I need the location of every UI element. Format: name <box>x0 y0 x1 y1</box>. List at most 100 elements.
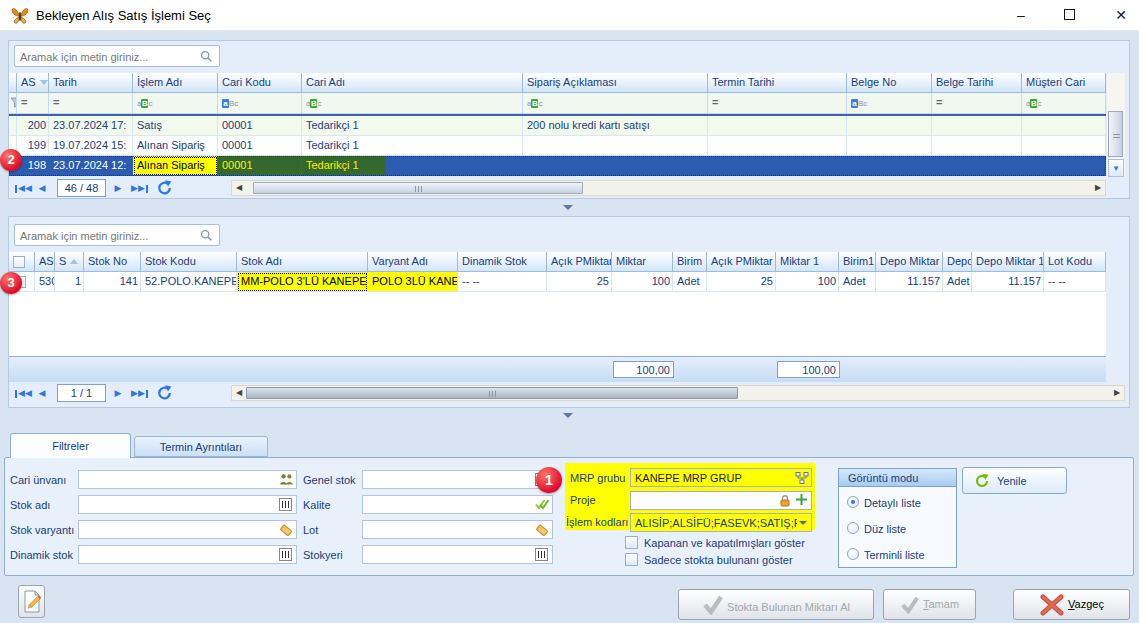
column-header[interactable]: Birim1 <box>839 252 876 272</box>
filter-cell[interactable]: = <box>932 93 1022 114</box>
column-header[interactable]: ASD <box>35 252 55 272</box>
column-header[interactable]: Tarih <box>49 73 133 93</box>
maximize-button[interactable] <box>1054 5 1084 26</box>
pager-refresh-icon[interactable] <box>156 385 173 403</box>
column-header[interactable]: Miktar <box>612 252 673 272</box>
radio-terminli-liste[interactable] <box>847 548 859 560</box>
tag-icon[interactable] <box>535 523 550 538</box>
minimize-button[interactable]: – <box>1006 5 1036 26</box>
pager-refresh-icon[interactable] <box>156 180 173 198</box>
tab-termin-ayrintilari[interactable]: Termin Ayrıntıları <box>134 436 268 457</box>
lock-icon[interactable] <box>779 494 791 510</box>
orders-vertical-scrollbar[interactable]: ▼ <box>1107 73 1125 177</box>
column-header[interactable]: Depo Miktar <box>876 252 943 272</box>
scroll-down-icon[interactable]: ▼ <box>1108 159 1124 177</box>
column-header[interactable]: Varyant Adı <box>368 252 458 272</box>
table-row[interactable]: 20023.07.2024 17:Satış00001Tedarikçi 120… <box>9 116 1106 136</box>
tag-icon[interactable] <box>279 523 294 538</box>
lot-field[interactable] <box>362 520 553 539</box>
column-header[interactable]: S <box>55 252 84 272</box>
filter-cell[interactable]: = <box>708 93 847 114</box>
column-header[interactable]: Sipariş Açıklaması <box>523 73 708 93</box>
refresh-button[interactable]: Yenile <box>962 467 1067 494</box>
items-search-input[interactable] <box>15 225 193 243</box>
column-header[interactable]: Açık PMiktar 1 <box>707 252 776 272</box>
project-field[interactable] <box>630 491 812 510</box>
pager-next-button[interactable]: ▶ <box>111 180 125 196</box>
splitter-collapse-icon[interactable] <box>563 205 573 215</box>
filter-cell[interactable]: aBc <box>847 93 932 114</box>
column-header[interactable]: Stok No <box>84 252 141 272</box>
filter-cell[interactable]: aBc <box>133 93 218 114</box>
column-header[interactable]: Dinamik Stok <box>458 252 547 272</box>
edit-note-button[interactable] <box>18 585 45 618</box>
column-header[interactable]: Belge Tarihi <box>932 73 1022 93</box>
cancel-button[interactable]: Vazgeç <box>1013 589 1130 620</box>
barcode-icon[interactable] <box>535 548 550 563</box>
column-header[interactable]: Müşteri Cari <box>1022 73 1106 93</box>
dinamik-stok-field[interactable] <box>78 545 297 564</box>
scroll-left-icon[interactable]: ◀ <box>234 386 244 400</box>
select-all-checkbox[interactable] <box>13 256 25 268</box>
cari-unvani-field[interactable] <box>78 470 297 489</box>
barcode-icon[interactable] <box>279 498 294 513</box>
splitter-collapse-icon[interactable] <box>563 413 573 423</box>
stok-varyanti-field[interactable] <box>78 520 297 539</box>
take-stock-button[interactable]: Stokta Bulunan Miktarı Al <box>678 589 874 620</box>
filter-cell[interactable]: aBc <box>302 93 523 114</box>
column-header[interactable]: Depo Miktar 1 <box>972 252 1044 272</box>
table-row[interactable]: 19919.07.2024 15:Alınan Sipariş00001Teda… <box>9 136 1106 156</box>
horizontal-scrollbar[interactable]: ◀▶ <box>231 385 1125 401</box>
column-header[interactable]: Stok Kodu <box>141 252 237 272</box>
pager-prev-button[interactable]: ◀ <box>35 180 49 196</box>
column-header[interactable]: Cari Adı <box>302 73 523 93</box>
column-header[interactable]: Belge No <box>847 73 932 93</box>
filter-cell[interactable]: aBc <box>1022 93 1106 114</box>
ok-button[interactable]: Tamam <box>883 589 976 620</box>
radio-detayl-liste[interactable] <box>847 496 859 508</box>
column-header[interactable] <box>9 73 17 93</box>
pager-first-button[interactable]: ◀◀ <box>12 385 34 401</box>
only-in-stock-checkbox[interactable] <box>625 553 638 566</box>
orders-search-input[interactable] <box>15 46 193 64</box>
stok-adi-field[interactable] <box>78 495 297 514</box>
genel-stok-field[interactable] <box>362 470 553 489</box>
process-codes-field[interactable]: ALISİP;ALSİFÜ;FASEVK;SATIŞ;POSSA <box>630 513 812 532</box>
table-row[interactable]: 530114152.POLO.KANEPEMM-POLO 3'LÜ KANEPE… <box>9 272 1106 292</box>
scroll-thumb[interactable] <box>253 182 583 194</box>
table-row[interactable]: 19823.07.2024 12:Alınan Sipariş00001Teda… <box>9 156 1106 176</box>
scroll-right-icon[interactable]: ▶ <box>1112 386 1122 400</box>
stokyeri-field[interactable] <box>362 545 553 564</box>
show-closed-checkbox[interactable] <box>625 536 638 549</box>
column-header[interactable]: AS <box>17 73 49 93</box>
radio-d-z-liste[interactable] <box>847 522 859 534</box>
column-header[interactable]: İşlem Adı <box>133 73 218 93</box>
add-icon[interactable] <box>795 493 808 508</box>
check-icon[interactable] <box>535 498 550 513</box>
kalite-field[interactable] <box>362 495 553 514</box>
scroll-right-icon[interactable]: ▶ <box>1093 181 1103 195</box>
column-header[interactable]: Miktar 1 <box>776 252 839 272</box>
pager-last-button[interactable]: ▶▶ <box>129 180 151 196</box>
column-header[interactable]: Açık PMiktar <box>547 252 612 272</box>
filter-cell[interactable]: aBc <box>218 93 302 114</box>
column-header[interactable] <box>9 252 35 272</box>
barcode-icon[interactable] <box>279 548 294 563</box>
tree-select-icon[interactable] <box>795 471 809 487</box>
pager-prev-button[interactable]: ◀ <box>35 385 49 401</box>
people-icon[interactable] <box>279 473 294 488</box>
scroll-left-icon[interactable]: ◀ <box>234 181 244 195</box>
close-button[interactable]: ✕ <box>1106 5 1136 26</box>
filter-cell[interactable]: = <box>49 93 133 114</box>
column-header[interactable]: Birim <box>673 252 707 272</box>
filter-cell[interactable]: = <box>17 93 49 114</box>
scroll-thumb[interactable] <box>246 387 738 399</box>
pager-next-button[interactable]: ▶ <box>111 385 125 401</box>
horizontal-scrollbar[interactable]: ◀▶ <box>231 180 1106 196</box>
column-header[interactable]: Stok Adı <box>237 252 368 272</box>
column-header[interactable]: Depo <box>943 252 972 272</box>
pager-first-button[interactable]: ◀◀ <box>12 180 34 196</box>
filter-cell[interactable] <box>9 93 17 114</box>
column-header[interactable]: Lot Kodu <box>1044 252 1106 272</box>
filter-cell[interactable]: aBc <box>523 93 708 114</box>
